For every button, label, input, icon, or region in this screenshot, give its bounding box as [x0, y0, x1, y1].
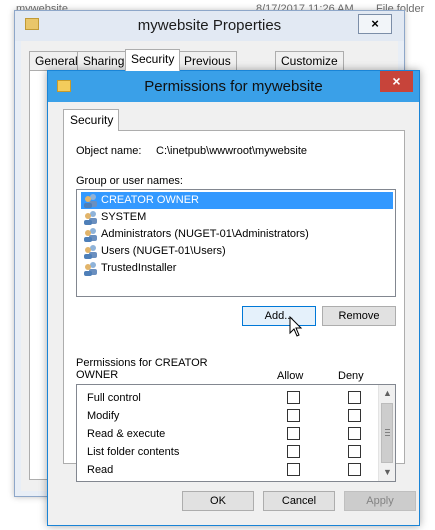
allow-checkbox[interactable]	[287, 427, 300, 440]
user-group-icon	[84, 245, 97, 259]
allow-checkbox[interactable]	[287, 445, 300, 458]
object-name-label: Object name:	[76, 145, 142, 157]
user-item-system[interactable]: SYSTEM	[81, 209, 393, 226]
tab-security[interactable]: Security	[63, 109, 119, 131]
permission-row-read-execute: Read & execute	[77, 425, 379, 443]
deny-checkbox[interactable]	[348, 445, 361, 458]
user-group-icon	[84, 262, 97, 276]
group-or-user-names-label: Group or user names:	[76, 175, 183, 187]
permission-label: Modify	[87, 410, 120, 422]
permission-row-modify: Modify	[77, 407, 379, 425]
deny-checkbox[interactable]	[348, 391, 361, 404]
scroll-down-arrow-icon[interactable]: ▼	[379, 464, 395, 481]
user-item-label: Administrators (NUGET-01\Administrators)	[101, 228, 309, 240]
permissions-for-label: Permissions for CREATOR OWNER	[76, 357, 208, 381]
tab-security[interactable]: Security	[125, 49, 181, 71]
remove-button[interactable]: Remove	[322, 306, 396, 326]
deny-checkbox[interactable]	[348, 409, 361, 422]
permission-row-full-control: Full control	[77, 389, 379, 407]
object-name-value: C:\inetpub\wwwroot\mywebsite	[156, 145, 308, 157]
permission-label: Full control	[87, 392, 141, 404]
add-button[interactable]: Add...	[242, 306, 316, 326]
deny-checkbox[interactable]	[348, 427, 361, 440]
permission-row-list-folder-contents: List folder contents	[77, 443, 379, 461]
user-item-label: CREATOR OWNER	[101, 194, 199, 206]
properties-title: mywebsite Properties	[15, 11, 404, 41]
security-panel: Object name: C:\inetpub\wwwroot\mywebsit…	[63, 130, 405, 482]
user-item-label: TrustedInstaller	[101, 262, 177, 274]
scroll-up-arrow-icon[interactable]: ▲	[379, 385, 395, 402]
permissions-dialog: Permissions for mywebsite × Security Obj…	[47, 70, 420, 526]
permission-label: Read & execute	[87, 428, 166, 440]
permissions-close-button[interactable]: ×	[380, 71, 413, 92]
ok-button[interactable]: OK	[182, 491, 254, 511]
permissions-list[interactable]: Full control Modify Read & execute List …	[76, 384, 396, 482]
properties-close-button[interactable]: ×	[358, 14, 392, 34]
mouse-cursor-icon	[289, 316, 303, 337]
allow-column-header: Allow	[277, 370, 304, 382]
permissions-title: Permissions for mywebsite	[144, 78, 323, 95]
tab-customize[interactable]: Customize	[275, 51, 344, 71]
user-group-icon	[84, 211, 97, 225]
scroll-thumb[interactable]	[381, 403, 393, 463]
permissions-scrollbar[interactable]: ▲ ▼	[378, 385, 395, 481]
tab-previous-versions[interactable]: Previous Versions	[178, 51, 237, 86]
user-item-users[interactable]: Users (NUGET-01\Users)	[81, 243, 393, 260]
user-item-creator-owner[interactable]: CREATOR OWNER	[81, 192, 393, 209]
allow-checkbox[interactable]	[287, 391, 300, 404]
user-item-administrators[interactable]: Administrators (NUGET-01\Administrators)	[81, 226, 393, 243]
allow-checkbox[interactable]	[287, 463, 300, 476]
deny-checkbox[interactable]	[348, 463, 361, 476]
cancel-button[interactable]: Cancel	[263, 491, 335, 511]
folder-icon	[25, 18, 39, 30]
user-item-label: SYSTEM	[101, 211, 147, 223]
grip-line	[385, 432, 390, 433]
permission-label: List folder contents	[87, 446, 180, 458]
allow-checkbox[interactable]	[287, 409, 300, 422]
tab-sharing[interactable]: Sharing	[77, 51, 131, 71]
deny-column-header: Deny	[338, 370, 364, 382]
user-group-icon	[84, 228, 97, 242]
tab-general[interactable]: General	[29, 51, 84, 71]
user-item-label: Users (NUGET-01\Users)	[101, 245, 226, 257]
permissions-content: Security Object name: C:\inetpub\wwwroot…	[55, 102, 416, 520]
permission-label: Read	[87, 464, 114, 476]
permission-row-read: Read	[77, 461, 379, 479]
grip-line	[385, 435, 390, 436]
user-list[interactable]: CREATOR OWNER SYSTEM Administrators (NUG…	[76, 189, 396, 297]
apply-button[interactable]: Apply	[344, 491, 416, 511]
grip-line	[385, 429, 390, 430]
user-group-icon	[84, 194, 97, 208]
user-item-trustedinstaller[interactable]: TrustedInstaller	[81, 260, 393, 277]
